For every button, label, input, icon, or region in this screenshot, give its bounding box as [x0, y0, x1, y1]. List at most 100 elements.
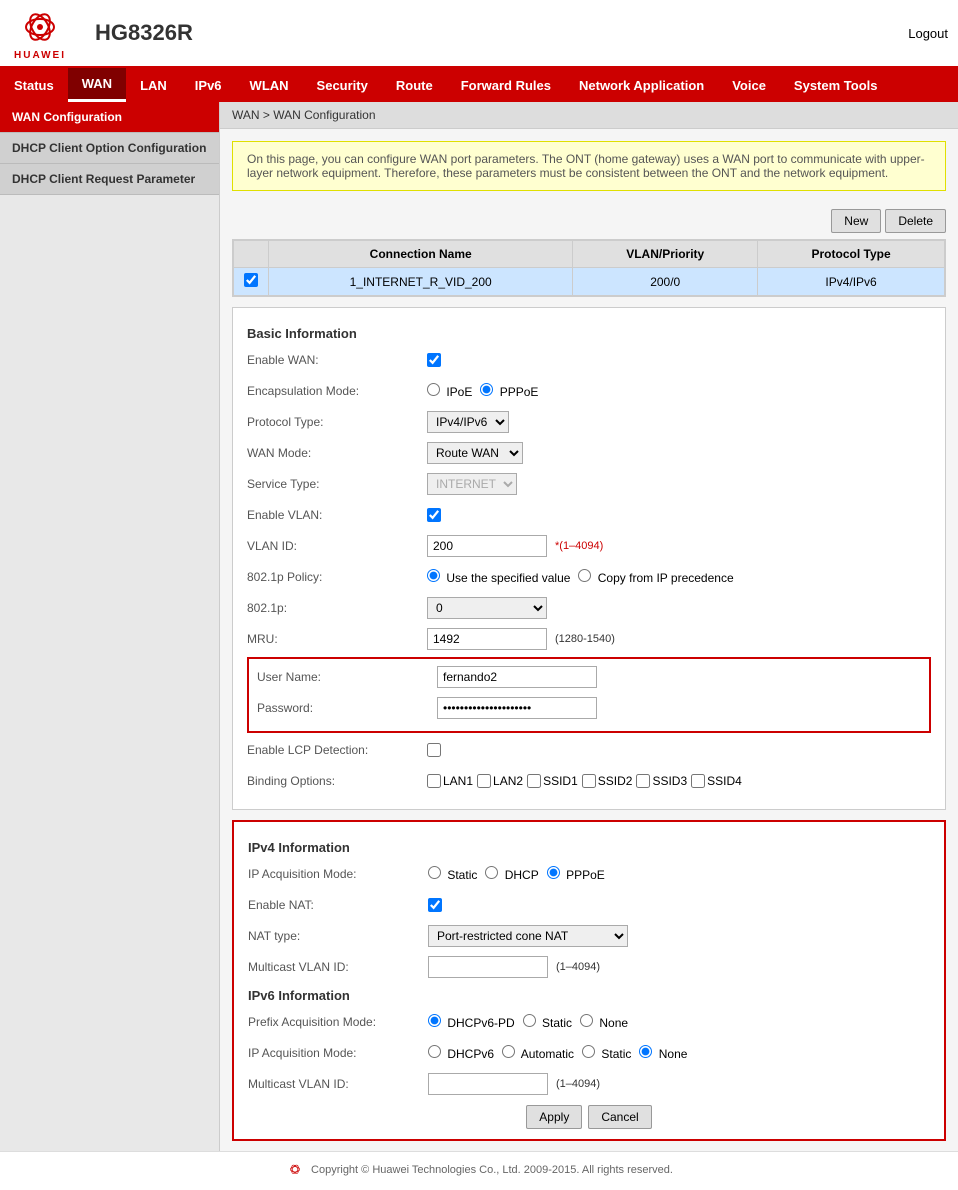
username-input[interactable]	[437, 666, 597, 688]
vlan-priority-cell: 200/0	[573, 268, 758, 296]
binding-ssid4-checkbox[interactable]	[691, 774, 705, 788]
nav-security[interactable]: Security	[303, 70, 382, 101]
protocol-type-select[interactable]: IPv4/IPv6	[427, 411, 509, 433]
encapsulation-pppoe-option[interactable]: PPPoE	[480, 383, 538, 399]
value-8021p-select[interactable]: 0	[427, 597, 547, 619]
service-type-select[interactable]: INTERNET	[427, 473, 517, 495]
ipv4-multicast-row: Multicast VLAN ID: (1–4094)	[248, 954, 930, 980]
new-button[interactable]: New	[831, 209, 881, 233]
binding-ssid4-option[interactable]: SSID4	[691, 774, 742, 788]
policy-specified-label: Use the specified value	[446, 571, 570, 585]
ipv6-dhcpv6-radio[interactable]	[428, 1045, 441, 1058]
encapsulation-ipoe-radio[interactable]	[427, 383, 440, 396]
prefix-static-radio[interactable]	[523, 1014, 536, 1027]
nav-wlan[interactable]: WLAN	[236, 70, 303, 101]
nat-type-label: NAT type:	[248, 929, 428, 943]
ipv4-static-option[interactable]: Static	[428, 866, 477, 882]
password-input[interactable]	[437, 697, 597, 719]
policy-specified-radio[interactable]	[427, 569, 440, 582]
connection-name-cell: 1_INTERNET_R_VID_200	[269, 268, 573, 296]
logout-button[interactable]: Logout	[908, 26, 948, 41]
table-row[interactable]: 1_INTERNET_R_VID_200 200/0 IPv4/IPv6	[234, 268, 945, 296]
apply-button[interactable]: Apply	[526, 1105, 582, 1129]
sidebar-item-dhcp-option[interactable]: DHCP Client Option Configuration	[0, 133, 219, 164]
ipv6-acq-label: IP Acquisition Mode:	[248, 1046, 428, 1060]
enable-nat-checkbox[interactable]	[428, 898, 442, 912]
nav-network-application[interactable]: Network Application	[565, 70, 718, 101]
toolbar: New Delete	[220, 203, 958, 239]
ipv4-dhcp-option[interactable]: DHCP	[485, 866, 538, 882]
ipv6-multicast-input[interactable]	[428, 1073, 548, 1095]
policy-copy-radio[interactable]	[578, 569, 591, 582]
ipv4-pppoe-radio[interactable]	[547, 866, 560, 879]
delete-button[interactable]: Delete	[885, 209, 946, 233]
binding-ssid2-checkbox[interactable]	[582, 774, 596, 788]
ipv4-pppoe-option[interactable]: PPPoE	[547, 866, 605, 882]
lcp-row: Enable LCP Detection:	[247, 737, 931, 763]
col-checkbox	[234, 241, 269, 268]
prefix-none-option[interactable]: None	[580, 1014, 628, 1030]
prefix-dhcpv6pd-radio[interactable]	[428, 1014, 441, 1027]
nav-system-tools[interactable]: System Tools	[780, 70, 892, 101]
enable-wan-label: Enable WAN:	[247, 353, 427, 367]
username-label: User Name:	[257, 670, 437, 684]
binding-lan2-checkbox[interactable]	[477, 774, 491, 788]
mru-row: MRU: (1280-1540)	[247, 626, 931, 652]
mru-input[interactable]	[427, 628, 547, 650]
nat-type-select[interactable]: Port-restricted cone NAT	[428, 925, 628, 947]
policy-copy-option[interactable]: Copy from IP precedence	[578, 569, 733, 585]
ipv6-dhcpv6-option[interactable]: DHCPv6	[428, 1045, 494, 1061]
ipv6-auto-option[interactable]: Automatic	[502, 1045, 574, 1061]
prefix-acq-row: Prefix Acquisition Mode: DHCPv6-PD Stati…	[248, 1009, 930, 1035]
binding-ssid1-option[interactable]: SSID1	[527, 774, 578, 788]
binding-ssid2-option[interactable]: SSID2	[582, 774, 633, 788]
nav-ipv6[interactable]: IPv6	[181, 70, 236, 101]
nav-wan[interactable]: WAN	[68, 68, 126, 102]
binding-ssid3-option[interactable]: SSID3	[636, 774, 687, 788]
ipv6-static-option[interactable]: Static	[582, 1045, 631, 1061]
encapsulation-pppoe-radio[interactable]	[480, 383, 493, 396]
vlan-id-input[interactable]	[427, 535, 547, 557]
header: HUAWEI HG8326R Logout	[0, 0, 958, 68]
ipv4-static-radio[interactable]	[428, 866, 441, 879]
username-row: User Name:	[257, 664, 921, 690]
row-select-checkbox[interactable]	[244, 273, 258, 287]
ipv6-auto-radio[interactable]	[502, 1045, 515, 1058]
sidebar-item-wan-configuration[interactable]: WAN Configuration	[0, 102, 219, 133]
enable-nat-row: Enable NAT:	[248, 892, 930, 918]
cancel-button[interactable]: Cancel	[588, 1105, 651, 1129]
ipv4-dhcp-radio[interactable]	[485, 866, 498, 879]
enable-wan-checkbox[interactable]	[427, 353, 441, 367]
huawei-logo-icon	[10, 5, 70, 50]
nav-route[interactable]: Route	[382, 70, 447, 101]
policy-specified-option[interactable]: Use the specified value	[427, 569, 570, 585]
ipv6-title: IPv6 Information	[248, 988, 930, 1003]
nav-status[interactable]: Status	[0, 70, 68, 101]
binding-ssid3-checkbox[interactable]	[636, 774, 650, 788]
encapsulation-ipoe-label: IPoE	[446, 385, 472, 399]
enable-vlan-checkbox[interactable]	[427, 508, 441, 522]
nav-lan[interactable]: LAN	[126, 70, 181, 101]
nav-forward-rules[interactable]: Forward Rules	[447, 70, 565, 101]
ipv6-none-radio[interactable]	[639, 1045, 652, 1058]
encapsulation-label: Encapsulation Mode:	[247, 384, 427, 398]
binding-lan2-option[interactable]: LAN2	[477, 774, 523, 788]
prefix-none-radio[interactable]	[580, 1014, 593, 1027]
ipv4-multicast-input[interactable]	[428, 956, 548, 978]
encapsulation-ipoe-option[interactable]: IPoE	[427, 383, 472, 399]
ipv6-multicast-hint: (1–4094)	[556, 1078, 600, 1090]
sidebar-item-dhcp-request[interactable]: DHCP Client Request Parameter	[0, 164, 219, 195]
prefix-dhcpv6pd-option[interactable]: DHCPv6-PD	[428, 1014, 515, 1030]
main-layout: WAN Configuration DHCP Client Option Con…	[0, 102, 958, 1151]
binding-ssid1-checkbox[interactable]	[527, 774, 541, 788]
lcp-checkbox[interactable]	[427, 743, 441, 757]
vlan-id-hint: *(1–4094)	[555, 540, 603, 552]
nav-voice[interactable]: Voice	[718, 70, 780, 101]
prefix-static-option[interactable]: Static	[523, 1014, 572, 1030]
prefix-acq-label: Prefix Acquisition Mode:	[248, 1015, 428, 1029]
wan-mode-select[interactable]: Route WAN Bridge WAN	[427, 442, 523, 464]
binding-lan1-option[interactable]: LAN1	[427, 774, 473, 788]
binding-lan1-checkbox[interactable]	[427, 774, 441, 788]
ipv6-static-radio[interactable]	[582, 1045, 595, 1058]
ipv6-none-option[interactable]: None	[639, 1045, 687, 1061]
